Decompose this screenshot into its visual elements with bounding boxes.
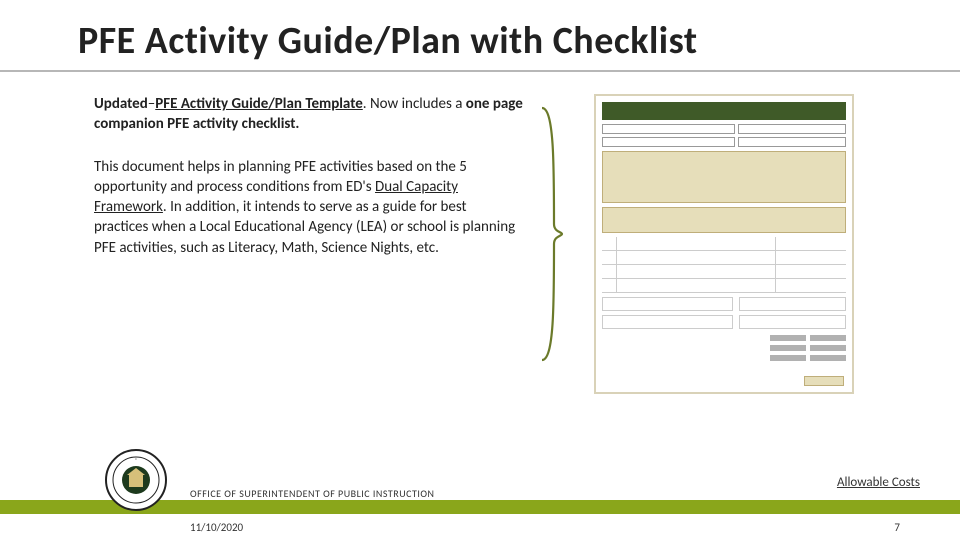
updated-label: Updated — [94, 95, 148, 113]
brace-column — [534, 94, 564, 394]
period: . — [363, 95, 370, 113]
thumb-title-bar — [602, 102, 846, 120]
curly-brace-icon — [538, 104, 564, 364]
document-thumbnail — [594, 94, 854, 394]
thumb-meta-row — [602, 124, 846, 134]
thumbnail-column — [564, 94, 884, 394]
thumb-check-row — [602, 315, 846, 329]
allowable-costs-link[interactable]: Allowable Costs — [837, 475, 920, 490]
thumb-sub-block — [602, 207, 846, 233]
thumb-intro-block — [602, 151, 846, 203]
content-area: Updated–PFE Activity Guide/Plan Template… — [0, 72, 960, 394]
thumb-meta-row — [602, 137, 846, 147]
guide-template-link[interactable]: PFE Activity Guide/Plan Template — [155, 95, 363, 113]
thumb-table — [602, 237, 846, 293]
text-column: Updated–PFE Activity Guide/Plan Template… — [94, 94, 534, 394]
state-seal: • — [105, 449, 167, 516]
rest-text: Now includes a — [370, 95, 466, 113]
thumb-check-row — [602, 297, 846, 311]
thumb-bars — [602, 335, 846, 361]
intro-paragraph: Updated–PFE Activity Guide/Plan Template… — [94, 94, 524, 135]
description-paragraph: This document helps in planning PFE acti… — [94, 157, 524, 258]
page-number: 7 — [894, 521, 900, 534]
slide-title: PFE Activity Guide/Plan with Checklist — [0, 0, 960, 70]
thumb-total-box — [804, 376, 844, 386]
footer-date: 11/10/2020 — [190, 521, 243, 534]
footer-row: 11/10/2020 7 — [0, 514, 960, 540]
slide: PFE Activity Guide/Plan with Checklist U… — [0, 0, 960, 540]
